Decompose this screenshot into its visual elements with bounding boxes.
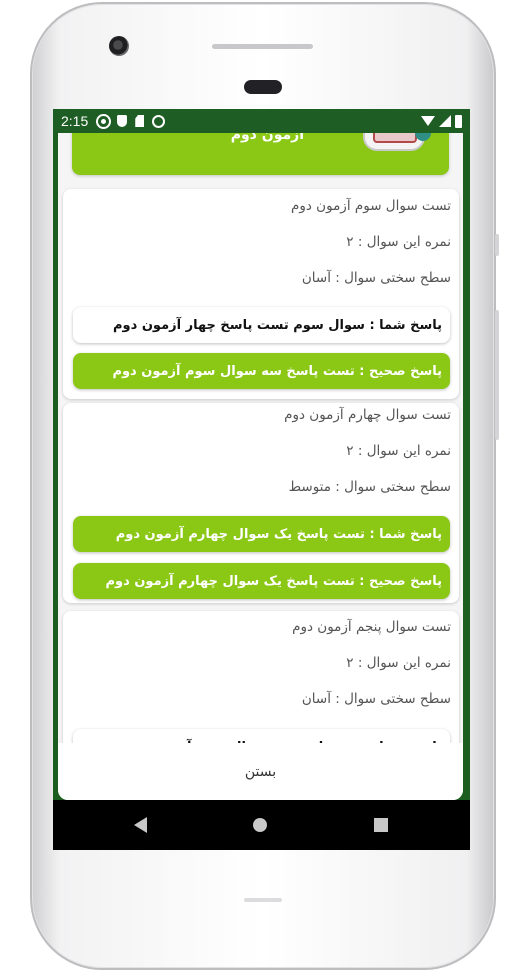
question-score: نمره این سوال : ۲ — [346, 234, 451, 250]
status-right-icons — [421, 114, 462, 128]
question-card: تست سوال سوم آزمون دوم نمره این سوال : ۲… — [63, 189, 459, 399]
sd-card-icon — [135, 115, 145, 127]
recent-apps-icon[interactable] — [374, 818, 388, 832]
your-answer: پاسخ شما : سوال سوم تست پاسخ چهار آزمون … — [73, 307, 450, 343]
status-bar: 2:15 — [53, 109, 470, 133]
result-dialog: آزمون دوم تست سوال سوم آزمون دوم نمره ای… — [58, 133, 463, 800]
question-card: تست سوال چهارم آزمون دوم نمره این سوال :… — [63, 403, 459, 603]
correct-answer: پاسخ صحیح : تست پاسخ سه سوال سوم آزمون د… — [73, 353, 450, 389]
shield-icon — [117, 115, 128, 127]
question-title: تست سوال چهارم آزمون دوم — [284, 407, 451, 423]
question-difficulty: سطح سختی سوال : آسان — [301, 691, 451, 707]
gear-icon — [98, 115, 110, 127]
earpiece-speaker — [244, 80, 282, 94]
wifi-icon — [421, 116, 435, 126]
front-camera — [109, 36, 129, 56]
screen: 2:15 آزمون دوم تست سوال سوم آزمون دوم نم… — [53, 109, 470, 850]
question-difficulty: سطح سختی سوال : آسان — [301, 270, 451, 286]
question-score: نمره این سوال : ۲ — [346, 443, 451, 459]
question-list[interactable]: آزمون دوم تست سوال سوم آزمون دوم نمره ای… — [58, 133, 463, 743]
exam-banner: آزمون دوم — [72, 133, 449, 175]
earpiece-grille — [212, 44, 313, 49]
status-time: 2:15 — [61, 113, 89, 129]
banner-title: آزمون دوم — [230, 133, 304, 143]
your-answer: پاسخ شما : تست پاسخ یک سوال چهارم آزمون … — [73, 516, 450, 552]
question-title: تست سوال پنجم آزمون دوم — [292, 619, 451, 635]
correct-answer: پاسخ صحیح : تست پاسخ یک سوال چهارم آزمون… — [73, 563, 450, 599]
battery-icon — [455, 114, 462, 128]
sync-circle-icon — [152, 114, 166, 128]
home-icon[interactable] — [253, 818, 267, 832]
volume-button — [495, 234, 499, 256]
microphone-grille — [244, 898, 282, 902]
exam-illustration-icon — [363, 133, 431, 151]
question-score: نمره این سوال : ۲ — [346, 655, 451, 671]
close-button[interactable]: بستن — [58, 743, 463, 800]
question-difficulty: سطح سختی سوال : متوسط — [288, 479, 451, 495]
back-icon[interactable] — [134, 817, 147, 833]
signal-icon — [439, 115, 451, 127]
power-button — [495, 310, 499, 440]
question-title: تست سوال سوم آزمون دوم — [291, 198, 451, 214]
navigation-bar — [53, 800, 470, 850]
your-answer: پاسخ شما : تست پاسخ سه سوال پنجم آزمون د… — [73, 729, 450, 743]
question-card: تست سوال پنجم آزمون دوم نمره این سوال : … — [63, 611, 459, 743]
